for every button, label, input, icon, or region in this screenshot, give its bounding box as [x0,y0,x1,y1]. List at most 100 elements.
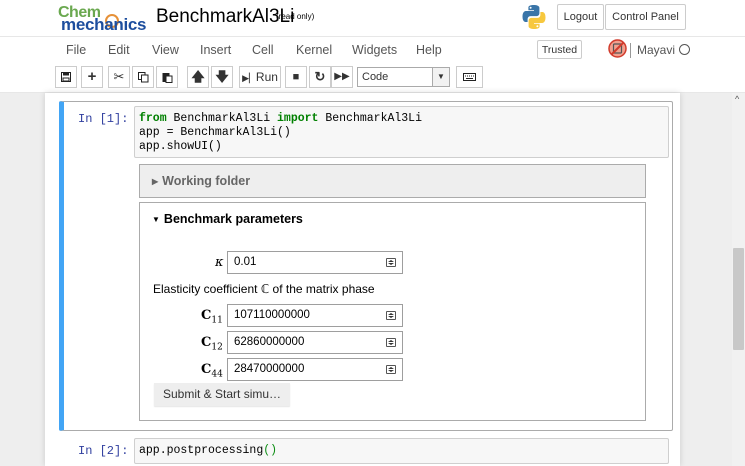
spinner-icon[interactable] [386,258,396,267]
code-module: BenchmarkAl3Li [166,112,278,125]
code-keyword-import: import [277,112,319,125]
fast-forward-icon: ▶▶ [334,71,350,82]
restart-icon: ↻ [314,69,326,84]
c44-input[interactable]: 28470000000 [227,358,403,381]
working-folder-header[interactable]: ▶ Working folder [140,165,645,197]
c12-symbol: C [201,335,212,350]
c12-input[interactable]: 62860000000 [227,331,403,354]
logo-text-bottom: mechanics [61,15,147,34]
working-folder-accordion[interactable]: ▶ Working folder [139,164,646,198]
c44-label: C44 [201,362,223,380]
c12-subscript: 12 [211,342,223,353]
c11-input[interactable]: 107110000000 [227,304,403,327]
menu-view[interactable]: View [152,43,179,57]
menu-file[interactable]: File [66,43,86,57]
readonly-indicator: (read only) [276,12,315,21]
code-class: BenchmarkAl3Li [318,112,422,125]
spinner-icon[interactable] [386,365,396,374]
menubar: File Edit View Insert Cell Kernel Widget… [0,37,745,64]
c44-value: 28470000000 [234,363,305,375]
code-parens: () [263,444,278,457]
command-palette-button[interactable] [456,66,483,88]
menu-help[interactable]: Help [416,43,442,57]
code-cell[interactable]: In [2]: app.postprocessing() [59,435,673,466]
working-folder-title: Working folder [162,174,251,188]
menu-kernel[interactable]: Kernel [296,43,332,57]
paste-button[interactable] [156,66,178,88]
caret-right-icon: ▶ [152,177,159,186]
code-line-3: app.showUI() [139,140,222,153]
trusted-indicator[interactable]: Trusted [537,40,582,59]
keyboard-icon [463,73,476,81]
no-kernel-icon [608,39,627,58]
chevron-down-icon: ▼ [432,68,449,86]
plus-icon: + [87,68,97,85]
move-up-button[interactable]: 🡅 [187,66,209,88]
c12-value: 62860000000 [234,336,305,348]
elasticity-label: Elasticity coefficient ℂ of the matrix p… [153,282,375,296]
scrollbar-thumb[interactable] [733,248,744,350]
code-editor[interactable]: app.postprocessing() [134,438,669,464]
benchmark-parameters-accordion: ▼ Benchmark parameters κ 0.01 Elasticity … [139,202,646,421]
c11-symbol: C [201,308,212,323]
control-panel-button[interactable]: Control Panel [605,4,686,30]
spinner-icon[interactable] [386,311,396,320]
c11-subscript: 11 [211,315,223,326]
input-prompt: In [2]: [78,444,129,458]
code-editor[interactable]: from BenchmarkAl3Li import BenchmarkAl3L… [134,106,669,158]
run-label: Run [255,70,278,84]
input-prompt: In [1]: [78,112,129,126]
step-forward-icon: ▶▏ [242,73,256,83]
cell-type-select[interactable]: Code ▼ [357,67,450,87]
insert-cell-button[interactable]: + [81,66,103,88]
menu-edit[interactable]: Edit [108,43,130,57]
arrow-down-icon: 🡇 [215,69,229,84]
arrow-up-icon: 🡅 [191,69,205,84]
interrupt-button[interactable]: ■ [285,66,307,88]
kernel-name: Mayavi [637,43,676,57]
copy-icon [137,72,148,83]
stop-icon: ■ [292,71,300,83]
code-line-2: app = BenchmarkAl3Li() [139,126,291,139]
menu-insert[interactable]: Insert [200,43,231,57]
run-button[interactable]: ▶▏Run [239,66,281,88]
kernel-separator [630,43,631,58]
c44-symbol: C [201,362,212,377]
paste-icon [162,73,172,83]
save-icon [61,72,71,82]
scroll-up-icon[interactable]: ^ [735,94,739,104]
kappa-label: κ [215,255,224,270]
kappa-input[interactable]: 0.01 [227,251,403,274]
python-logo-icon [522,5,546,29]
scissors-icon: ✂ [113,69,125,84]
kernel-idle-icon [679,44,690,55]
save-button[interactable] [55,66,77,88]
submit-start-button[interactable]: Submit & Start simu… [154,383,291,406]
kappa-value: 0.01 [234,256,257,268]
c12-label: C12 [201,335,223,353]
benchmark-parameters-header[interactable]: ▼ Benchmark parameters [140,203,645,235]
restart-button[interactable]: ↻ [309,66,331,88]
move-down-button[interactable]: 🡇 [211,66,233,88]
menu-cell[interactable]: Cell [252,43,274,57]
restart-run-all-button[interactable]: ▶▶ [331,66,353,88]
code-function-call: app.postprocessing [139,444,264,457]
caret-down-icon: ▼ [152,215,160,224]
toolbar: + ✂ 🡅 🡇 ▶▏Run ■ ↻ ▶▶ Code ▼ [0,64,745,93]
c11-value: 107110000000 [234,309,310,321]
c44-subscript: 44 [211,369,223,380]
benchmark-parameters-title: Benchmark parameters [163,212,303,226]
code-cell-selected[interactable]: In [1]: from BenchmarkAl3Li import Bench… [59,101,673,431]
cell-type-value: Code [362,71,389,83]
logout-button[interactable]: Logout [557,4,604,30]
spinner-icon[interactable] [386,338,396,347]
copy-button[interactable] [132,66,154,88]
cut-button[interactable]: ✂ [108,66,130,88]
c11-label: C11 [201,308,223,326]
notebook-container: In [1]: from BenchmarkAl3Li import Bench… [45,93,680,466]
header-bar: Chem mechanics BenchmarkAl3Li (read only… [0,0,745,37]
menu-widgets[interactable]: Widgets [352,43,397,57]
code-keyword-from: from [139,112,167,125]
chemmechanics-logo[interactable]: Chem mechanics [57,2,147,34]
notebook-title[interactable]: BenchmarkAl3Li [156,6,294,28]
